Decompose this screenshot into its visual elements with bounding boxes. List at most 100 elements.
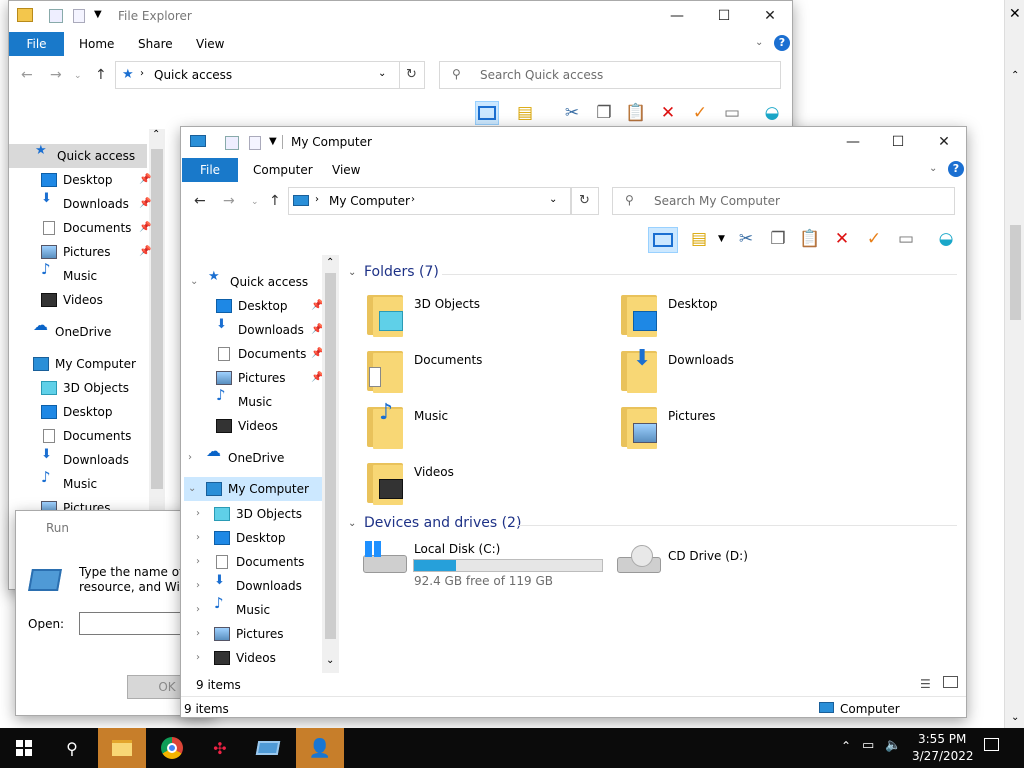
checkmark-icon[interactable]: ✓ <box>688 101 712 125</box>
qat-dropdown-icon[interactable]: ▼ <box>94 9 102 20</box>
nav-scrollbar[interactable]: ⌃ ⌄ <box>322 255 339 673</box>
paste-icon[interactable]: 📋 <box>798 227 822 251</box>
recent-locations-icon[interactable]: ⌄ <box>251 197 259 207</box>
view-menu-icon[interactable]: ▤ <box>687 227 711 251</box>
details-view-icon[interactable]: ☰ <box>920 677 931 691</box>
scroll-thumb[interactable] <box>1010 225 1021 320</box>
back-button[interactable]: ← <box>21 67 33 83</box>
drive-cd[interactable]: CD Drive (D:) <box>615 539 815 589</box>
minimize-button[interactable]: — <box>654 1 700 31</box>
nav-item-music[interactable]: › ♪ Music <box>196 596 394 622</box>
up-button[interactable]: ↑ <box>269 193 281 209</box>
nav-item-my-computer[interactable]: ⌄ My Computer <box>188 477 386 501</box>
maximize-button[interactable]: ☐ <box>701 1 747 31</box>
tab-file[interactable]: File <box>182 158 238 182</box>
copy-icon[interactable]: ❐ <box>766 227 790 251</box>
volume-icon[interactable]: 🔈 <box>885 738 901 753</box>
cut-icon[interactable]: ✂ <box>560 101 584 125</box>
address-dropdown-icon[interactable]: ⌄ <box>549 194 557 205</box>
chrome-taskbar[interactable] <box>148 728 196 768</box>
show-hidden-icons[interactable]: ⌃ <box>841 739 851 753</box>
scroll-thumb[interactable] <box>325 273 336 639</box>
expand-icon[interactable]: › <box>196 646 200 670</box>
run-taskbar[interactable] <box>244 728 292 768</box>
nav-item-quick-access[interactable]: ⌄ ★ Quick access <box>190 270 388 294</box>
nav-item-videos[interactable]: › Videos <box>196 646 394 670</box>
up-button[interactable]: ↑ <box>95 67 107 83</box>
tab-computer[interactable]: Computer <box>253 158 313 182</box>
qat-dropdown-icon[interactable]: ▼ <box>269 136 277 147</box>
large-icons-view-icon[interactable] <box>943 676 958 688</box>
ribbon-expand-icon[interactable]: ⌄ <box>755 37 763 48</box>
search-input[interactable]: ⚲ Search My Computer <box>612 187 955 215</box>
nav-item-pictures[interactable]: › Pictures <box>196 622 394 646</box>
app-taskbar[interactable]: ✣ <box>196 728 244 768</box>
folder-item-3d-objects[interactable]: 3D Objects <box>367 293 597 341</box>
address-dropdown-icon[interactable]: ⌄ <box>378 68 386 79</box>
rename-icon[interactable]: ▭ <box>894 227 918 251</box>
close-button[interactable]: ✕ <box>747 1 792 31</box>
maximize-button[interactable]: ☐ <box>875 127 921 157</box>
tab-share[interactable]: Share <box>138 32 173 56</box>
help-icon[interactable]: ? <box>774 35 790 51</box>
folders-collapse-icon[interactable]: ⌄ <box>348 267 356 278</box>
scroll-up-icon[interactable]: ⌃ <box>326 257 334 268</box>
folder-item-music[interactable]: ♪ Music <box>367 402 597 453</box>
preview-pane-icon[interactable] <box>648 227 678 253</box>
folder-item-documents[interactable]: Documents <box>367 349 597 397</box>
drives-group-header[interactable]: Devices and drives (2) <box>364 515 521 531</box>
view-menu-icon[interactable]: ▤ <box>513 101 537 125</box>
qat-properties-icon[interactable] <box>49 9 63 23</box>
clock-date[interactable]: 3/27/2022 <box>912 749 974 763</box>
expand-icon[interactable]: › <box>196 502 200 526</box>
qat-properties-icon[interactable] <box>225 136 239 150</box>
forward-button[interactable]: → <box>223 193 235 209</box>
expand-icon[interactable]: › <box>196 598 200 622</box>
collapse-icon[interactable]: ⌄ <box>190 270 198 294</box>
expand-icon[interactable]: › <box>196 622 200 646</box>
paste-icon[interactable]: 📋 <box>624 101 648 125</box>
delete-icon[interactable]: ✕ <box>830 227 854 251</box>
tab-file[interactable]: File <box>9 32 64 56</box>
scroll-down-icon[interactable]: ⌄ <box>326 655 334 666</box>
refresh-button[interactable]: ↻ <box>399 61 425 89</box>
address-bar[interactable]: › My Computer › ⌄ <box>288 187 571 215</box>
folder-item-downloads[interactable]: ⬇ Downloads <box>621 348 851 397</box>
shell-icon[interactable]: ◒ <box>934 227 958 251</box>
clock-time[interactable]: 3:55 PM <box>918 732 966 746</box>
network-icon[interactable]: ▭ <box>862 738 874 753</box>
scroll-up-icon[interactable]: ⌃ <box>152 129 160 140</box>
folders-group-header[interactable]: Folders (7) <box>364 264 439 280</box>
recent-locations-icon[interactable]: ⌄ <box>74 71 82 81</box>
expand-icon[interactable]: › <box>196 574 200 598</box>
ribbon-expand-icon[interactable]: ⌄ <box>929 163 937 174</box>
folder-item-pictures[interactable]: Pictures <box>621 405 851 453</box>
cut-icon[interactable]: ✂ <box>734 227 758 251</box>
delete-icon[interactable]: ✕ <box>656 101 680 125</box>
shell-icon[interactable]: ◒ <box>760 101 784 125</box>
checkmark-icon[interactable]: ✓ <box>862 227 886 251</box>
tab-view[interactable]: View <box>332 158 360 182</box>
forward-button[interactable]: → <box>50 67 62 83</box>
start-button[interactable] <box>0 728 48 768</box>
expand-icon[interactable]: › <box>196 550 200 574</box>
file-explorer-taskbar[interactable] <box>98 728 146 768</box>
tab-view[interactable]: View <box>196 32 224 56</box>
qat-newfolder-icon[interactable] <box>73 9 85 23</box>
user-app-taskbar[interactable]: 👤 <box>296 728 344 768</box>
close-button[interactable]: ✕ <box>921 127 966 157</box>
expand-icon[interactable]: › <box>188 446 192 470</box>
drives-collapse-icon[interactable]: ⌄ <box>348 518 356 529</box>
minimize-button[interactable]: — <box>830 127 876 157</box>
folder-item-videos[interactable]: Videos <box>367 461 597 509</box>
expand-icon[interactable]: › <box>196 526 200 550</box>
address-bar[interactable]: ★ › Quick access ⌄ <box>115 61 401 89</box>
refresh-button[interactable]: ↻ <box>571 187 599 215</box>
search-input[interactable]: ⚲ Search Quick access <box>439 61 781 89</box>
back-button[interactable]: ← <box>194 193 206 209</box>
search-button[interactable]: ⚲ <box>48 728 96 768</box>
tab-home[interactable]: Home <box>79 32 114 56</box>
rename-icon[interactable]: ▭ <box>720 101 744 125</box>
nav-item-onedrive[interactable]: › ☁ OneDrive <box>188 444 386 470</box>
preview-pane-icon[interactable] <box>475 101 499 125</box>
